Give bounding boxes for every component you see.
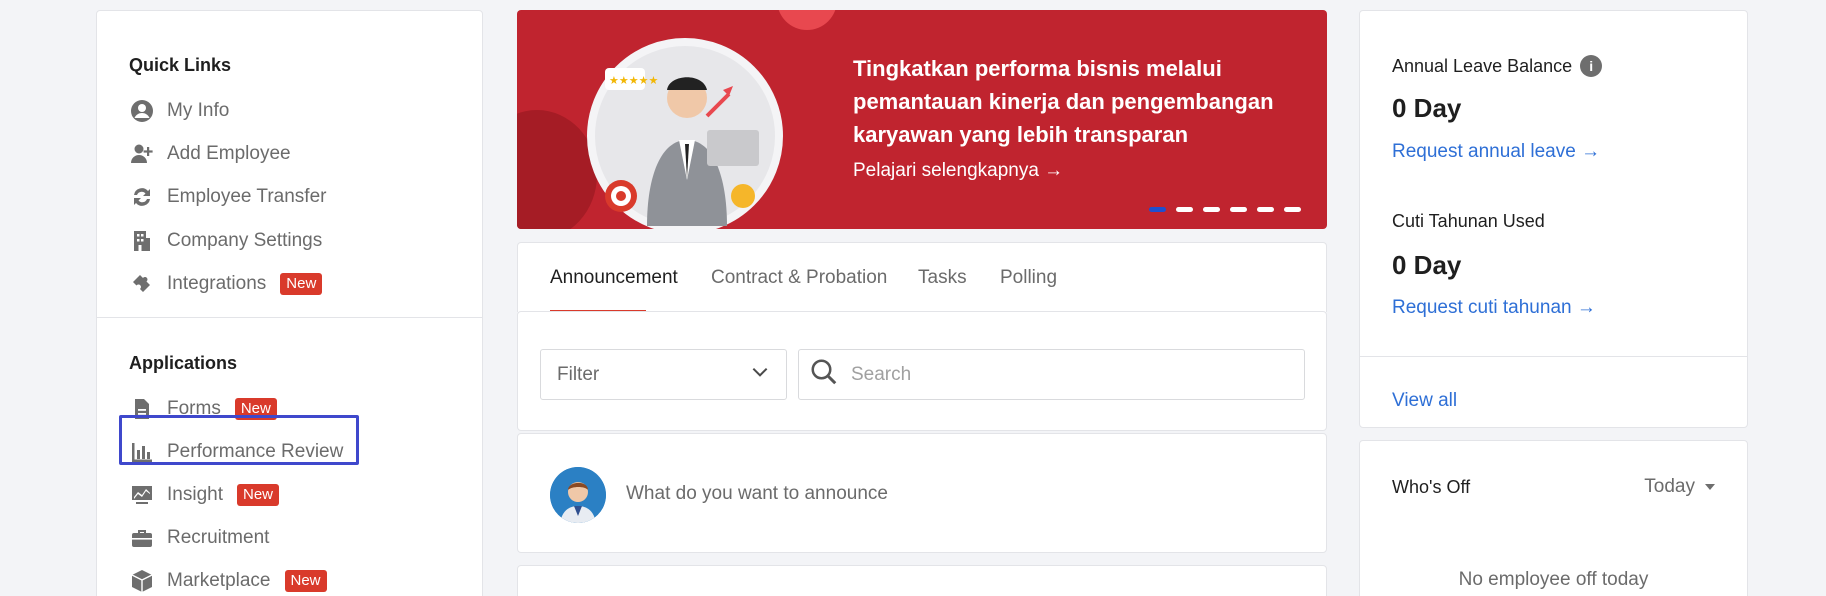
tab-polling[interactable]: Polling — [1000, 267, 1057, 289]
app-link-label: Forms — [167, 398, 221, 419]
quick-link-employee-transfer[interactable]: Employee Transfer — [129, 181, 326, 213]
search-box[interactable] — [798, 349, 1305, 400]
banner-decoration — [777, 10, 837, 30]
caret-down-icon — [1705, 484, 1715, 490]
avatar — [550, 467, 606, 523]
whos-off-card: Who's Off Today No employee off today — [1359, 440, 1748, 596]
carousel-dot[interactable] — [1284, 207, 1301, 212]
app-link-performance-review[interactable]: Performance Review — [129, 436, 343, 468]
announce-prompt[interactable]: What do you want to announce — [626, 483, 888, 505]
puzzle-icon — [129, 271, 155, 297]
bar-chart-icon — [129, 439, 155, 465]
svg-text:★★★★★: ★★★★★ — [609, 74, 658, 87]
building-icon — [129, 228, 155, 254]
quick-link-my-info[interactable]: My Info — [129, 95, 229, 127]
feed-tabs-card: Announcement Contract & Probation Tasks … — [517, 242, 1327, 313]
tab-announcement[interactable]: Announcement — [550, 267, 678, 289]
tab-contract-probation[interactable]: Contract & Probation — [711, 267, 887, 289]
app-link-insight[interactable]: Insight New — [129, 479, 279, 511]
quick-link-label: Add Employee — [167, 143, 291, 164]
banner-carousel-dots[interactable] — [1149, 207, 1301, 212]
request-annual-leave-link[interactable]: Request annual leave → — [1392, 141, 1600, 163]
carousel-dot[interactable] — [1203, 207, 1220, 212]
document-icon — [129, 396, 155, 422]
new-badge: New — [234, 398, 277, 420]
user-plus-icon — [129, 141, 155, 167]
quick-link-label: Employee Transfer — [167, 186, 327, 207]
banner-learn-more-link[interactable]: Pelajari selengkapnya → — [853, 160, 1063, 182]
carousel-dot[interactable] — [1230, 207, 1247, 212]
annual-leave-value: 0 Day — [1392, 93, 1462, 123]
insight-chart-icon — [129, 482, 155, 508]
whos-off-period-dropdown[interactable]: Today — [1644, 476, 1715, 498]
annual-leave-title: Annual Leave Balance i — [1392, 55, 1603, 77]
filter-label: Filter — [557, 363, 600, 385]
banner-headline: Tingkatkan performa bisnis melalui peman… — [853, 56, 1274, 147]
app-link-recruitment[interactable]: Recruitment — [129, 522, 269, 554]
cuti-used-value: 0 Day — [1392, 250, 1462, 280]
applications-title: Applications — [129, 353, 238, 373]
carousel-dot[interactable] — [1257, 207, 1274, 212]
chevron-down-icon — [750, 362, 770, 388]
promo-banner[interactable]: ★★★★★ Tingkatkan performa bisnis melalui… — [517, 10, 1327, 229]
cuti-used-label: Cuti Tahunan Used — [1392, 211, 1545, 231]
carousel-dot[interactable] — [1149, 207, 1166, 212]
cuti-used-title: Cuti Tahunan Used — [1392, 211, 1545, 232]
new-badge: New — [280, 273, 323, 295]
transfer-arrows-icon — [129, 184, 155, 210]
cube-icon — [129, 568, 155, 594]
quick-links-card: Quick Links My Info Add Employee Employe… — [96, 10, 483, 596]
quick-links-title: Quick Links — [129, 55, 232, 75]
briefcase-icon — [129, 525, 155, 551]
quick-link-label: Integrations — [167, 273, 267, 294]
app-link-forms[interactable]: Forms New — [129, 393, 277, 425]
annual-leave-label: Annual Leave Balance — [1392, 55, 1573, 76]
search-icon — [809, 357, 839, 392]
filter-bar: Filter — [517, 311, 1327, 431]
search-input[interactable] — [851, 363, 1291, 386]
user-circle-icon — [129, 98, 155, 124]
section-divider — [97, 317, 482, 318]
section-divider — [1360, 356, 1747, 357]
app-link-label: Marketplace — [167, 570, 271, 591]
info-icon[interactable]: i — [1580, 55, 1603, 77]
empty-state-text: No employee off today — [1458, 569, 1649, 590]
quick-link-label: My Info — [167, 100, 230, 121]
announce-composer[interactable]: What do you want to announce — [517, 433, 1327, 553]
feed-card — [517, 565, 1327, 596]
banner-illustration: ★★★★★ — [587, 38, 783, 229]
quick-link-integrations[interactable]: Integrations New — [129, 268, 323, 300]
quick-link-add-employee[interactable]: Add Employee — [129, 138, 291, 170]
leave-balance-card: Annual Leave Balance i 0 Day Request ann… — [1359, 10, 1748, 428]
app-link-label: Insight — [167, 484, 223, 505]
carousel-dot[interactable] — [1176, 207, 1193, 212]
app-link-label: Recruitment — [167, 527, 270, 548]
quick-link-label: Company Settings — [167, 230, 323, 251]
new-badge: New — [284, 570, 327, 592]
banner-decoration — [517, 110, 597, 229]
new-badge: New — [236, 484, 279, 506]
app-link-label: Performance Review — [167, 441, 344, 462]
tab-tasks[interactable]: Tasks — [918, 267, 967, 289]
app-link-marketplace[interactable]: Marketplace New — [129, 565, 327, 596]
quick-link-company-settings[interactable]: Company Settings — [129, 225, 322, 257]
request-cuti-link[interactable]: Request cuti tahunan → — [1392, 297, 1596, 319]
period-label: Today — [1644, 476, 1695, 497]
view-all-link[interactable]: View all — [1392, 390, 1457, 412]
filter-dropdown[interactable]: Filter — [540, 349, 787, 400]
whos-off-title: Who's Off — [1392, 477, 1471, 497]
